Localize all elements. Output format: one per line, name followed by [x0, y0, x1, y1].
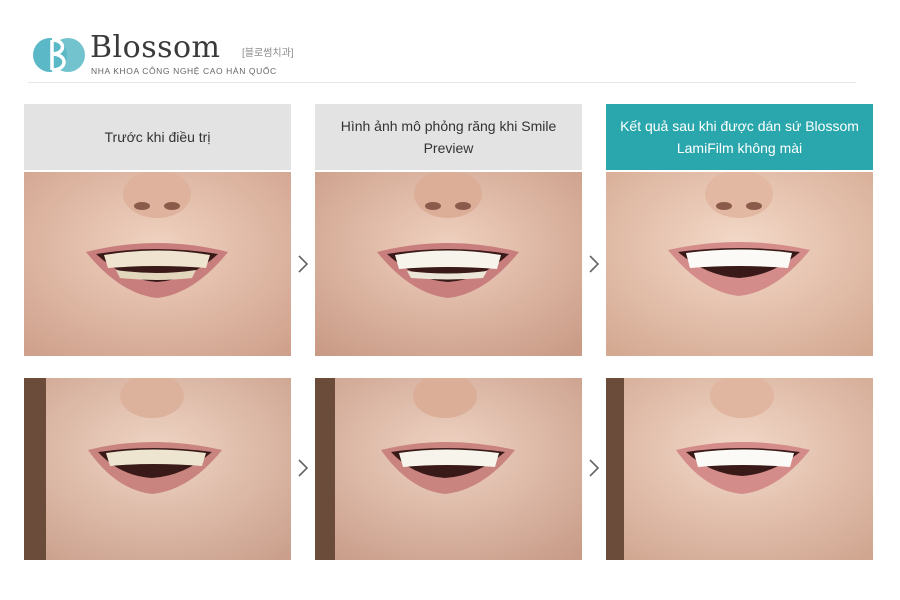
photo-before-angle: [24, 378, 291, 560]
column-header-before: Trước khi điều trị: [24, 104, 291, 170]
column-header-result: Kết quả sau khi được dán sứ Blossom Lami…: [606, 104, 873, 170]
brand-header: Blossom [블로썸치과] NHA KHOA CÔNG NGHỆ CAO H…: [28, 28, 856, 83]
brand-tagline: NHA KHOA CÔNG NGHỆ CAO HÀN QUỐC: [91, 66, 277, 76]
column-header-preview: Hình ảnh mô phỏng răng khi Smile Preview: [315, 104, 582, 170]
chevron-right-icon: [298, 459, 309, 477]
brand-name: Blossom: [90, 30, 221, 65]
chevron-right-icon: [589, 255, 600, 273]
chevron-right-icon: [589, 459, 600, 477]
chevron-right-icon: [298, 255, 309, 273]
brand-korean-name: [블로썸치과]: [242, 48, 294, 59]
blossom-logo-icon: [33, 38, 85, 72]
photo-result-angle: [606, 378, 873, 560]
photo-before-front: [24, 172, 291, 356]
photo-preview-angle: [315, 378, 582, 560]
photo-preview-front: [315, 172, 582, 356]
photo-result-front: [606, 172, 873, 356]
